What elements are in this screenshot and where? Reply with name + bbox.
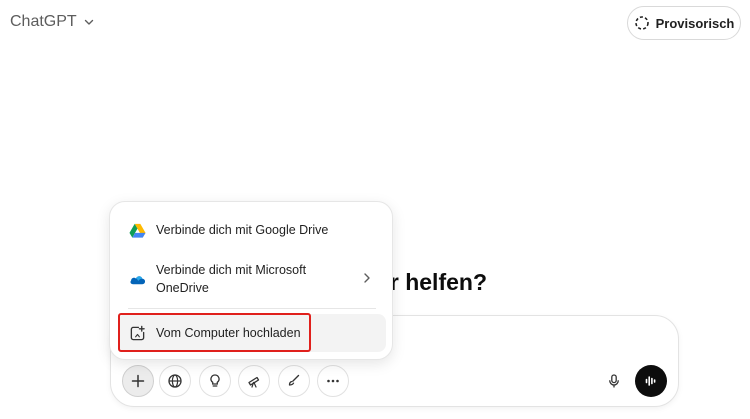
- voice-mode-button[interactable]: [635, 365, 667, 397]
- chevron-down-icon: [84, 19, 93, 25]
- web-search-button[interactable]: [159, 365, 191, 397]
- dashed-circle-icon: [634, 16, 649, 30]
- temporary-chat-button[interactable]: Provisorisch: [627, 6, 741, 40]
- more-tools-button[interactable]: [317, 365, 349, 397]
- voice-mode-icon: [645, 376, 656, 386]
- lightbulb-icon: [210, 374, 220, 387]
- upload-highlight-box: [118, 313, 311, 352]
- create-image-button[interactable]: [278, 365, 310, 397]
- telescope-icon: [248, 376, 260, 388]
- paintbrush-icon: [288, 374, 300, 386]
- menu-item-google-drive[interactable]: Verbinde dich mit Google Drive: [118, 214, 386, 246]
- globe-icon: [168, 374, 182, 388]
- chevron-right-icon: [364, 273, 370, 283]
- menu-item-label: Verbinde dich mit Google Drive: [156, 223, 329, 237]
- temporary-chat-label: Provisorisch: [655, 15, 735, 31]
- menu-item-onedrive[interactable]: Verbinde dich mit Microsoft OneDrive: [118, 258, 386, 300]
- attach-button[interactable]: [122, 365, 154, 397]
- model-selector[interactable]: ChatGPT: [10, 13, 95, 31]
- menu-item-label: Verbinde dich mit Microsoft OneDrive: [156, 263, 307, 295]
- more-icon: [327, 379, 339, 383]
- menu-divider: [128, 308, 376, 309]
- plus-icon: [131, 374, 145, 388]
- dictate-button[interactable]: [598, 365, 630, 397]
- app-title: ChatGPT: [10, 13, 77, 30]
- onedrive-icon: [128, 270, 146, 288]
- google-drive-icon: [128, 221, 146, 239]
- deep-research-button[interactable]: [238, 365, 270, 397]
- microphone-icon: [609, 374, 619, 388]
- reason-button[interactable]: [199, 365, 231, 397]
